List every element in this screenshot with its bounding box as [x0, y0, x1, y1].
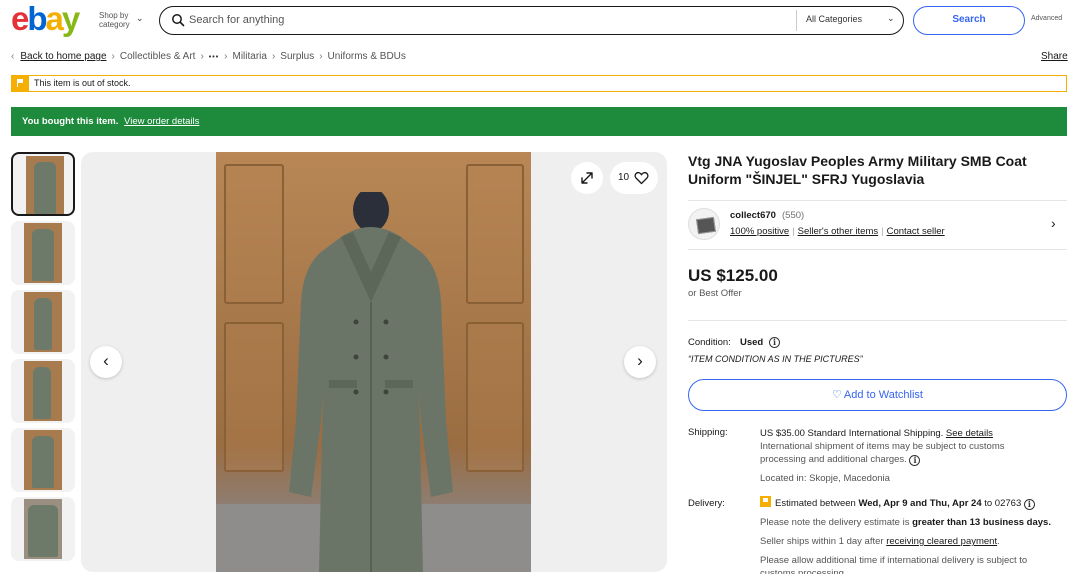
divider [796, 10, 797, 31]
search-button[interactable]: Search [913, 6, 1025, 35]
category-select[interactable]: All Categories [806, 14, 862, 24]
logo-letter-a: a [45, 0, 64, 37]
thumbnail-6[interactable] [11, 497, 75, 561]
expand-icon [581, 172, 593, 184]
ships-suffix: . [997, 536, 1000, 547]
heart-icon: ♡ [832, 389, 842, 401]
search-icon [172, 14, 185, 27]
logo-letter-y: y [61, 0, 80, 37]
bought-item-banner: You bought this item. View order details [11, 107, 1067, 136]
positive-feedback-link[interactable]: 100% positive [730, 226, 789, 237]
flag-icon [760, 496, 771, 507]
info-icon[interactable]: i [1023, 499, 1035, 510]
thumbnail-3[interactable] [11, 290, 75, 354]
thumbnail-4[interactable] [11, 359, 75, 423]
delivery-note-prefix: Please note the delivery estimate is [760, 517, 910, 528]
delivery-details: Estimated between Wed, Apr 9 and Thu, Ap… [760, 496, 1067, 574]
search-input[interactable] [189, 11, 749, 29]
out-of-stock-text: This item is out of stock. [34, 78, 131, 88]
ships-prefix: Seller ships within 1 day after [760, 536, 884, 547]
cleared-payment-link[interactable]: receiving cleared payment [886, 536, 997, 547]
logo-letter-e: e [11, 0, 29, 37]
item-location: Located in: Skopje, Macedonia [760, 473, 890, 484]
breadcrumb-uniforms[interactable]: Uniforms & BDUs [328, 51, 406, 62]
expand-image-button[interactable] [571, 162, 603, 194]
thumbnail-5[interactable] [11, 428, 75, 492]
add-to-watchlist-button[interactable]: ♡ Add to Watchlist [688, 379, 1067, 411]
bought-text: You bought this item. View order details [22, 116, 199, 127]
customs-note: Please allow additional time if internat… [760, 555, 1028, 574]
condition-value: Used [740, 337, 764, 348]
watch-count-button[interactable]: 10 [610, 162, 658, 194]
best-offer-label: or Best Offer [688, 288, 742, 299]
see-details-link[interactable]: See details [946, 428, 993, 439]
item-price: US $125.00 [688, 266, 778, 285]
chevron-down-icon: ⌄ [136, 13, 144, 23]
condition-description: “ITEM CONDITION AS IN THE PICTURES” [688, 354, 863, 364]
divider [688, 320, 1067, 321]
chevron-down-icon: ⌄ [887, 13, 895, 23]
ebay-logo[interactable]: ebay [11, 0, 80, 38]
bought-label: You bought this item. [22, 116, 119, 127]
delivery-note: Please note the delivery estimate is gre… [760, 516, 1067, 529]
thumbnail-1[interactable] [11, 152, 75, 216]
out-of-stock-alert: This item is out of stock. [11, 75, 1067, 92]
delivery-estimate: Estimated between Wed, Apr 9 and Thu, Ap… [760, 496, 1067, 510]
breadcrumb-surplus[interactable]: Surplus [280, 51, 314, 62]
heart-icon [634, 171, 649, 185]
chevron-right-icon: › [319, 51, 323, 63]
breadcrumb-collectibles[interactable]: Collectibles & Art [120, 51, 196, 62]
divider: | [792, 226, 795, 237]
watch-count: 10 [618, 172, 630, 183]
delivery-label: Delivery: [688, 498, 725, 509]
header: ebay Shop by category ⌄ All Categories ⌄… [0, 0, 1090, 42]
logo-letter-b: b [27, 0, 47, 37]
shipping-note-text: International shipment of items may be s… [760, 441, 1005, 465]
info-icon[interactable]: i [909, 455, 921, 466]
breadcrumb-more-button[interactable]: ••• [209, 54, 219, 61]
next-image-button[interactable]: › [624, 346, 656, 378]
chevron-right-icon: › [111, 51, 115, 63]
chevron-right-icon: › [224, 51, 228, 63]
breadcrumb-militaria[interactable]: Militaria [233, 51, 267, 62]
seller-ships-note: Seller ships within 1 day after receivin… [760, 535, 1067, 548]
condition-label: Condition: [688, 337, 731, 348]
shipping-note: International shipment of items may be s… [760, 440, 1045, 466]
seller-other-items-link[interactable]: Seller's other items [798, 226, 878, 237]
seller-links: 100% positive | Seller's other items | Conta… [730, 226, 945, 237]
coat-image [289, 192, 453, 572]
shipping-details: US $35.00 Standard International Shippin… [760, 427, 1067, 485]
delivery-zip: to 02763 [984, 498, 1022, 509]
advanced-search-link[interactable]: Advanced [1031, 15, 1062, 22]
info-icon[interactable]: i [769, 337, 780, 348]
breadcrumb: ‹ Back to home page › Collectibles & Art › ••… [11, 51, 406, 63]
previous-image-button[interactable]: ‹ [90, 346, 122, 378]
shop-by-category-button[interactable]: Shop by category [99, 11, 139, 29]
delivery-note-bold: greater than 13 business days. [912, 517, 1051, 528]
share-link[interactable]: Share [1041, 51, 1068, 62]
seller-card[interactable]: collect670 (550) 100% positive | Seller's … [688, 200, 1067, 250]
item-title: Vtg JNA Yugoslav Peoples Army Military S… [688, 153, 1027, 187]
chevron-left-icon: ‹ [11, 51, 15, 63]
product-photo[interactable] [216, 152, 531, 572]
seller-avatar[interactable] [688, 208, 720, 240]
seller-name[interactable]: collect670 [730, 210, 776, 221]
chevron-right-icon[interactable]: › [1051, 215, 1056, 231]
flag-icon [12, 76, 29, 91]
watchlist-label: Add to Watchlist [843, 389, 923, 401]
shipping-cost: US $35.00 Standard International Shippin… [760, 428, 944, 439]
chevron-right-icon: › [200, 51, 204, 63]
seller-feedback-count: (550) [782, 210, 805, 221]
chevron-right-icon: › [271, 51, 276, 63]
estimate-prefix: Estimated between [775, 498, 856, 509]
divider: | [881, 226, 884, 237]
contact-seller-link[interactable]: Contact seller [887, 226, 945, 237]
back-to-home-link[interactable]: Back to home page [20, 51, 106, 62]
main-image-viewer: ‹ › 10 [81, 152, 667, 572]
thumbnail-2[interactable] [11, 221, 75, 285]
search-bar: All Categories ⌄ [159, 6, 904, 35]
view-order-details-link[interactable]: View order details [124, 116, 199, 127]
shipping-label: Shipping: [688, 427, 728, 438]
delivery-date-range: Wed, Apr 9 and Thu, Apr 24 [858, 498, 982, 509]
